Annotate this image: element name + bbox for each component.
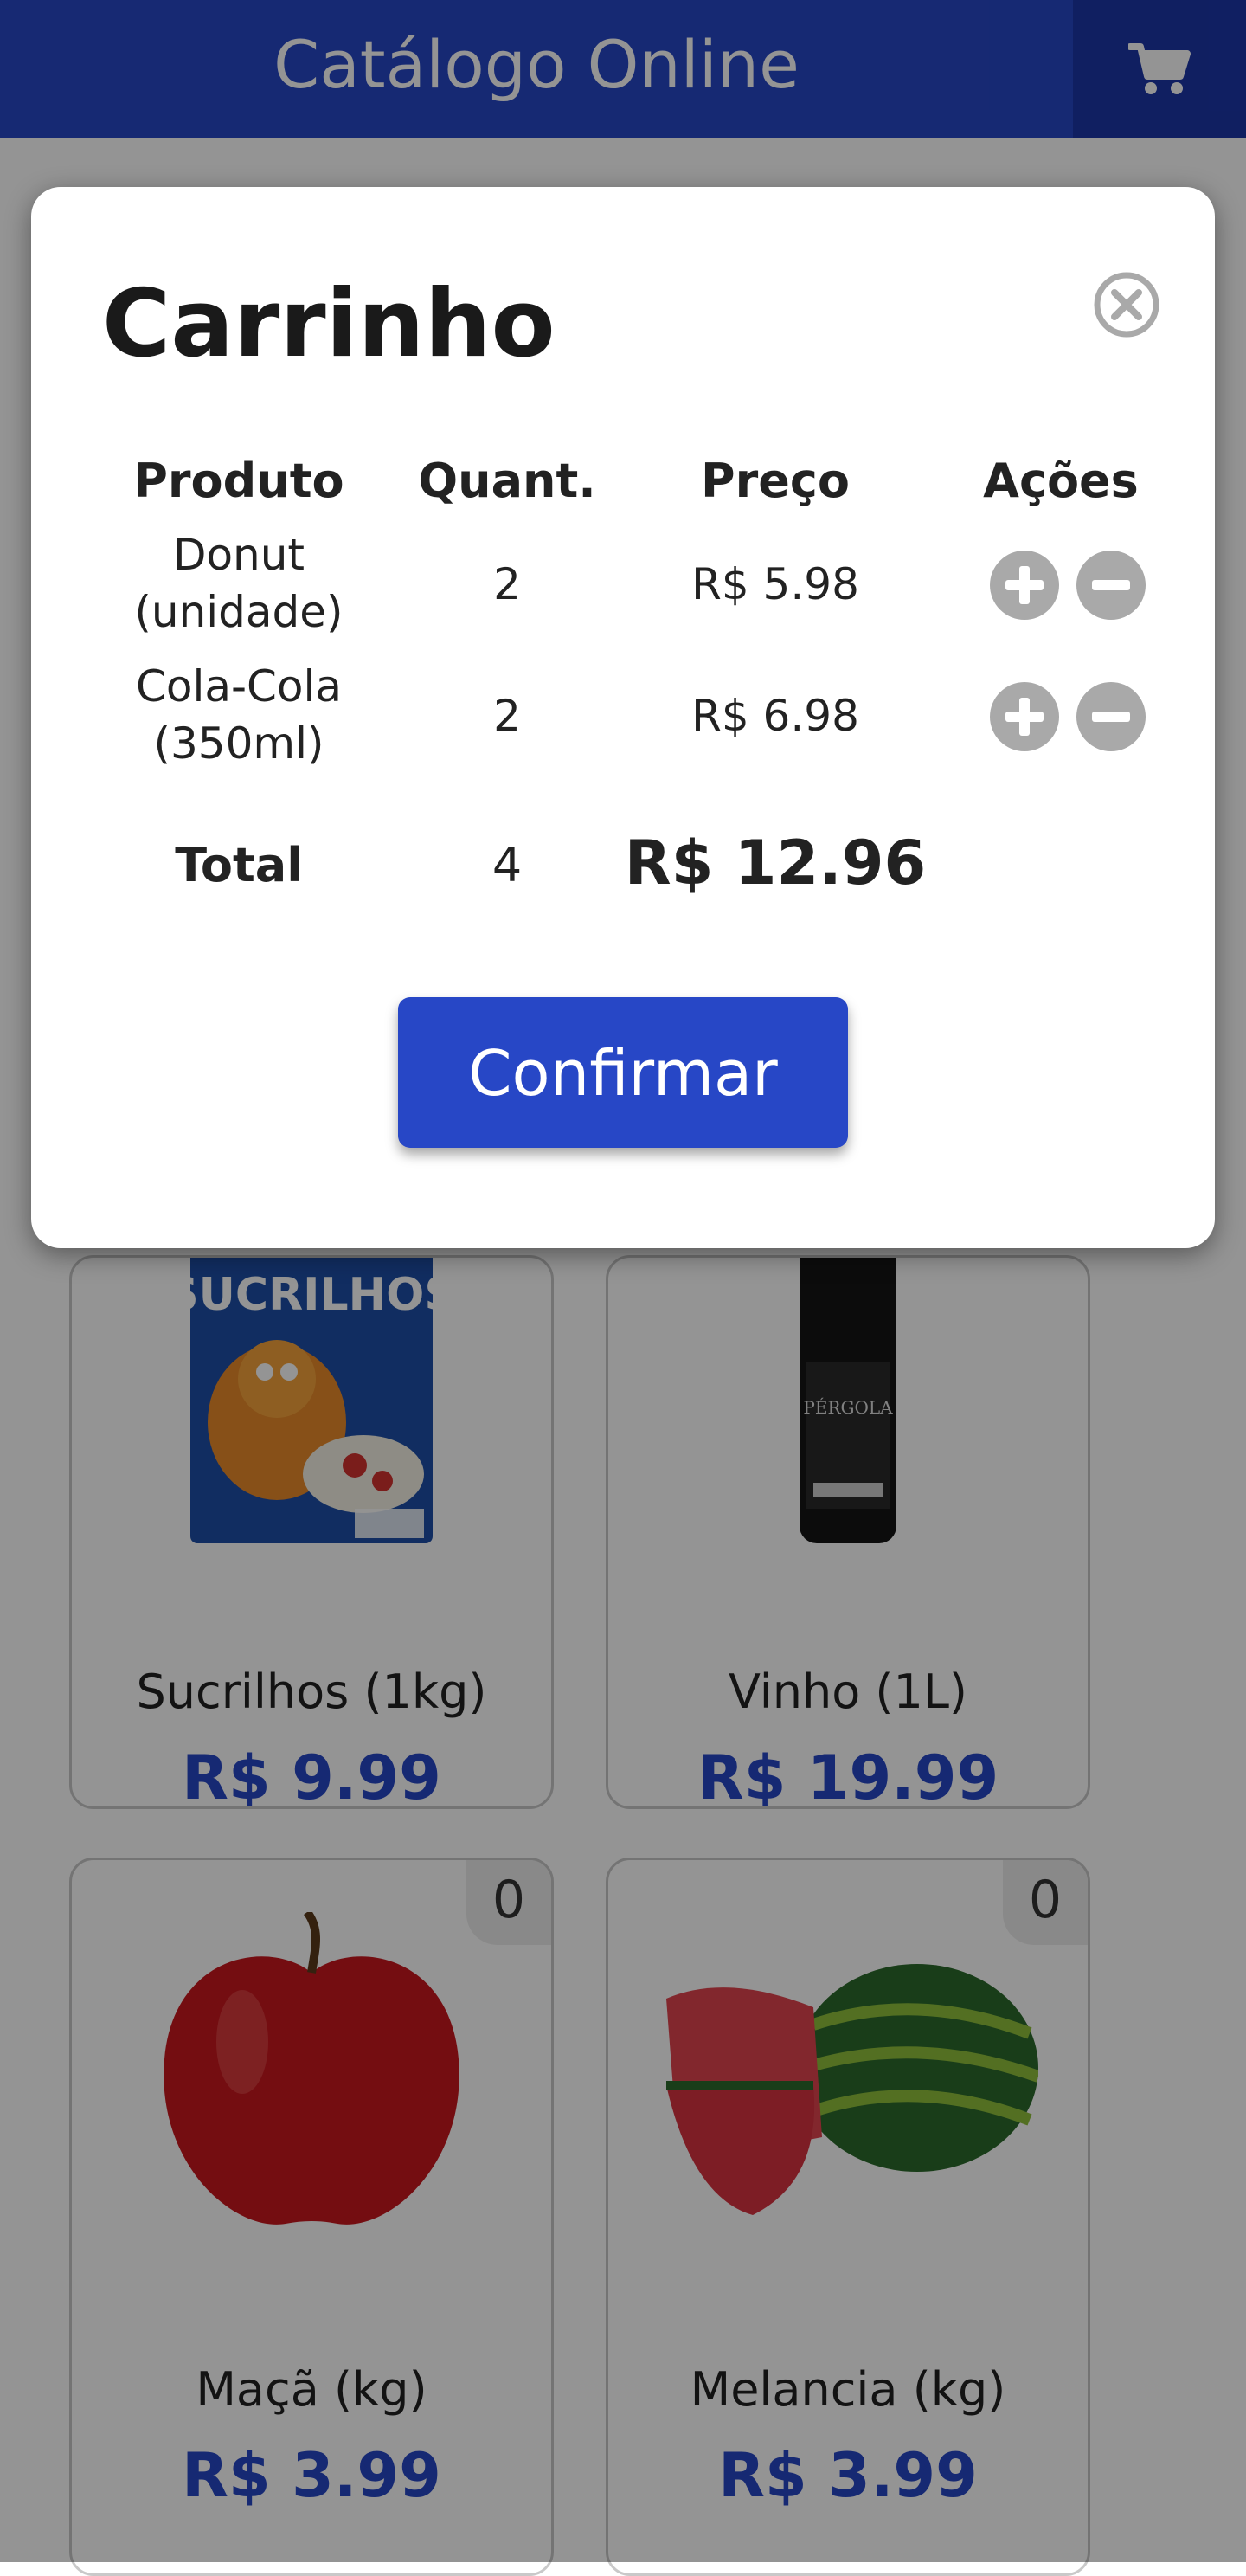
total-quantity: 4 bbox=[491, 838, 523, 892]
close-circle-icon bbox=[1094, 272, 1159, 338]
close-button[interactable] bbox=[1092, 270, 1161, 339]
cart-row-actions bbox=[990, 682, 1163, 751]
cart-row-product: Cola-Cola (350ml) bbox=[135, 661, 343, 769]
increment-button[interactable] bbox=[990, 551, 1059, 620]
cart-row-product: Donut (unidade) bbox=[134, 530, 344, 637]
total-price: R$ 12.96 bbox=[624, 828, 927, 898]
cart-row-actions bbox=[990, 551, 1163, 620]
cart-row-price: R$ 5.98 bbox=[691, 559, 859, 609]
decrement-button[interactable] bbox=[1076, 551, 1146, 620]
confirm-button[interactable]: Confirmar bbox=[398, 997, 848, 1148]
modal-title: Carrinho bbox=[102, 270, 556, 378]
cart-modal: Carrinho Produto Quant. Preço Ações Donu… bbox=[31, 187, 1215, 1248]
column-header-produto: Produto bbox=[133, 454, 344, 508]
decrement-button[interactable] bbox=[1076, 682, 1146, 751]
column-header-preco: Preço bbox=[701, 454, 850, 508]
total-label: Total bbox=[175, 838, 303, 892]
cart-row-quantity: 2 bbox=[493, 691, 521, 741]
column-header-acoes: Ações bbox=[983, 454, 1139, 508]
cart-row-price: R$ 6.98 bbox=[691, 691, 859, 741]
cart-row-quantity: 2 bbox=[493, 559, 521, 609]
column-header-quantidade: Quant. bbox=[418, 454, 596, 508]
increment-button[interactable] bbox=[990, 682, 1059, 751]
